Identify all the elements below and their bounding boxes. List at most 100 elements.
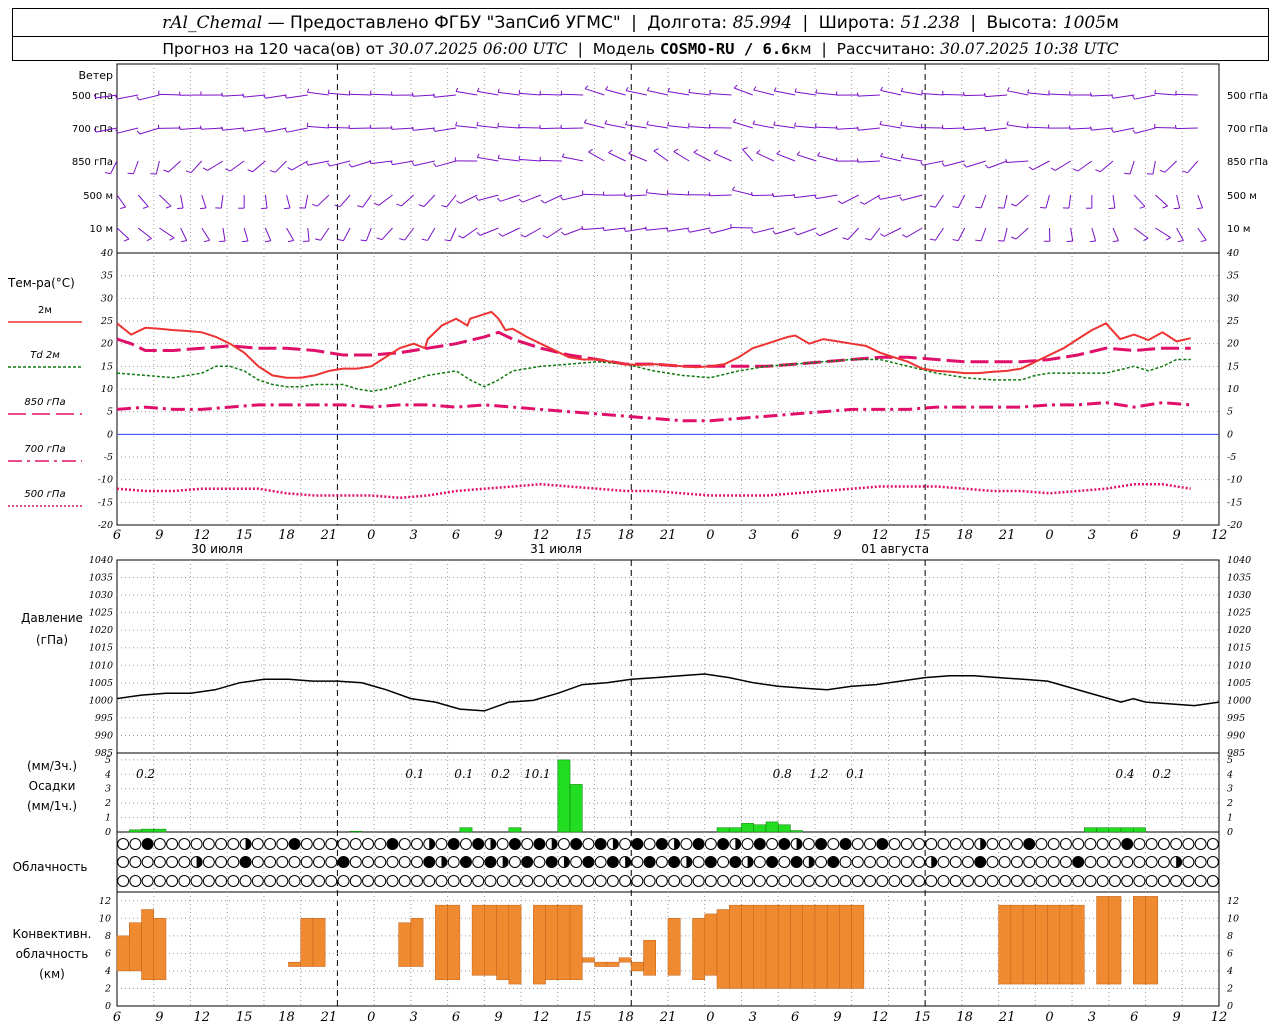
x-tick-label: 9 (833, 528, 841, 543)
cloud-cover-symbol (472, 875, 485, 887)
wind-barb-feather (877, 195, 881, 200)
cloud-cover-fill (766, 856, 778, 868)
wind-barb-feather (221, 92, 223, 97)
wind-barb (582, 227, 605, 230)
conv-y-tick: 8 (105, 931, 111, 942)
x-tick-label: 21 (659, 528, 677, 543)
wind-barb (413, 127, 435, 131)
precip-data-label: 0.1 (846, 767, 865, 781)
wind-barb-feather (1139, 206, 1146, 209)
wind-barb (1175, 93, 1198, 96)
wind-barb (264, 227, 272, 241)
wind-barb (343, 227, 351, 241)
wind-barb-feather (327, 89, 330, 94)
wind-level-label: 10 м (90, 224, 113, 235)
wind-barb (190, 160, 203, 173)
cloud-cover-fill (533, 838, 545, 850)
wind-barb (264, 194, 268, 209)
wind-barb (286, 94, 308, 99)
wind-barb (816, 194, 838, 200)
wind-barb (455, 90, 478, 96)
x-tick-label: 3 (410, 1010, 418, 1024)
x-tick-label: 15 (236, 528, 253, 543)
wind-barb (1176, 194, 1181, 209)
cloud-cover-symbol (337, 875, 350, 887)
x-tick-label: 18 (617, 528, 634, 543)
wind-barb-feather (178, 125, 181, 130)
wind-barb (797, 227, 817, 236)
wind-barb (688, 91, 711, 96)
wind-barb (667, 193, 690, 196)
wind-barb-feather (200, 207, 207, 210)
cloud-cover-symbol (998, 875, 1011, 887)
cloud-cover-symbol (961, 875, 974, 887)
wind-barb (857, 160, 880, 163)
wind-barb (370, 160, 393, 165)
pressure-y-tick: 1020 (89, 625, 113, 636)
cloud-cover-fill (808, 856, 815, 868)
x-tick-label: 9 (833, 1010, 841, 1024)
wind-barb-feather (975, 239, 982, 242)
cloud-cover-fill (551, 838, 558, 850)
x-tick-label: 12 (872, 1010, 889, 1024)
temp-y-tick: -10 (1227, 475, 1242, 486)
wind-barb-feather (646, 120, 649, 125)
wind-barb-feather (312, 203, 318, 207)
wind-barb (963, 94, 986, 97)
wind-barb-feather (396, 203, 402, 207)
wind-barb-feather (588, 148, 593, 153)
wind-barb (647, 89, 669, 96)
cloud-cover-symbol (300, 856, 313, 868)
conv-bar (606, 961, 620, 967)
wind-barb-feather (444, 239, 451, 242)
cloud-cover-symbol (1047, 856, 1060, 868)
wind-barb (480, 227, 499, 236)
wind-barb (116, 227, 130, 240)
precip-data-label: 0.2 (136, 767, 155, 781)
x-tick-label: 12 (1211, 1010, 1228, 1024)
pressure-y-tick: 1010 (1227, 660, 1251, 671)
wind-barb-feather (815, 89, 818, 94)
cloud-cover-fill (484, 856, 496, 868)
wind-barb-feather (880, 233, 885, 237)
wind-barb-feather (476, 121, 479, 126)
cloud-cover-fill (142, 838, 154, 850)
wind-barb (1070, 227, 1074, 242)
cloud-cover-symbol (251, 838, 264, 850)
conv-bar (1035, 904, 1048, 985)
wind-barb-feather (837, 200, 843, 204)
wind-barb-feather (337, 239, 344, 242)
cloud-cover-symbol (925, 875, 938, 887)
wind-barb (540, 127, 563, 130)
wind-barb-feather (475, 196, 479, 201)
cloud-cover-symbol (594, 875, 607, 887)
wind-barb-feather (561, 231, 565, 236)
temp-y-tick: -5 (1227, 452, 1236, 463)
wind-barb-feather (628, 150, 633, 154)
conv-y-tick: 10 (1227, 913, 1239, 924)
wind-barb-feather (963, 163, 967, 168)
wind-barb (709, 194, 732, 197)
x-tick-label: 3 (1088, 528, 1096, 543)
wind-barb (1006, 124, 1029, 129)
cloud-cover-symbol (949, 856, 962, 868)
cloud-cover-symbol (1133, 875, 1146, 887)
wind-barb (404, 227, 415, 241)
pressure-y-tick: 1025 (89, 608, 113, 619)
cloud-cover-symbol (239, 875, 252, 887)
wind-barb (1112, 227, 1120, 241)
wind-barb-feather (390, 125, 393, 130)
cloud-cover-symbol (851, 875, 864, 887)
wind-barb-feather (752, 120, 756, 125)
wind-level-label: 500 м (1227, 191, 1257, 202)
cloud-cover-symbol (961, 856, 974, 868)
cloud-cover-symbol (251, 875, 264, 887)
pressure-y-tick: 1030 (89, 590, 113, 601)
wind-barb-feather (796, 151, 801, 156)
cloud-cover-symbol (827, 838, 840, 850)
conv-bar (802, 904, 816, 989)
x-tick-label: 15 (575, 528, 592, 543)
cloud-cover-fill (196, 856, 203, 868)
pressure-y-tick: 1025 (1227, 608, 1251, 619)
conv-bar (753, 904, 767, 989)
